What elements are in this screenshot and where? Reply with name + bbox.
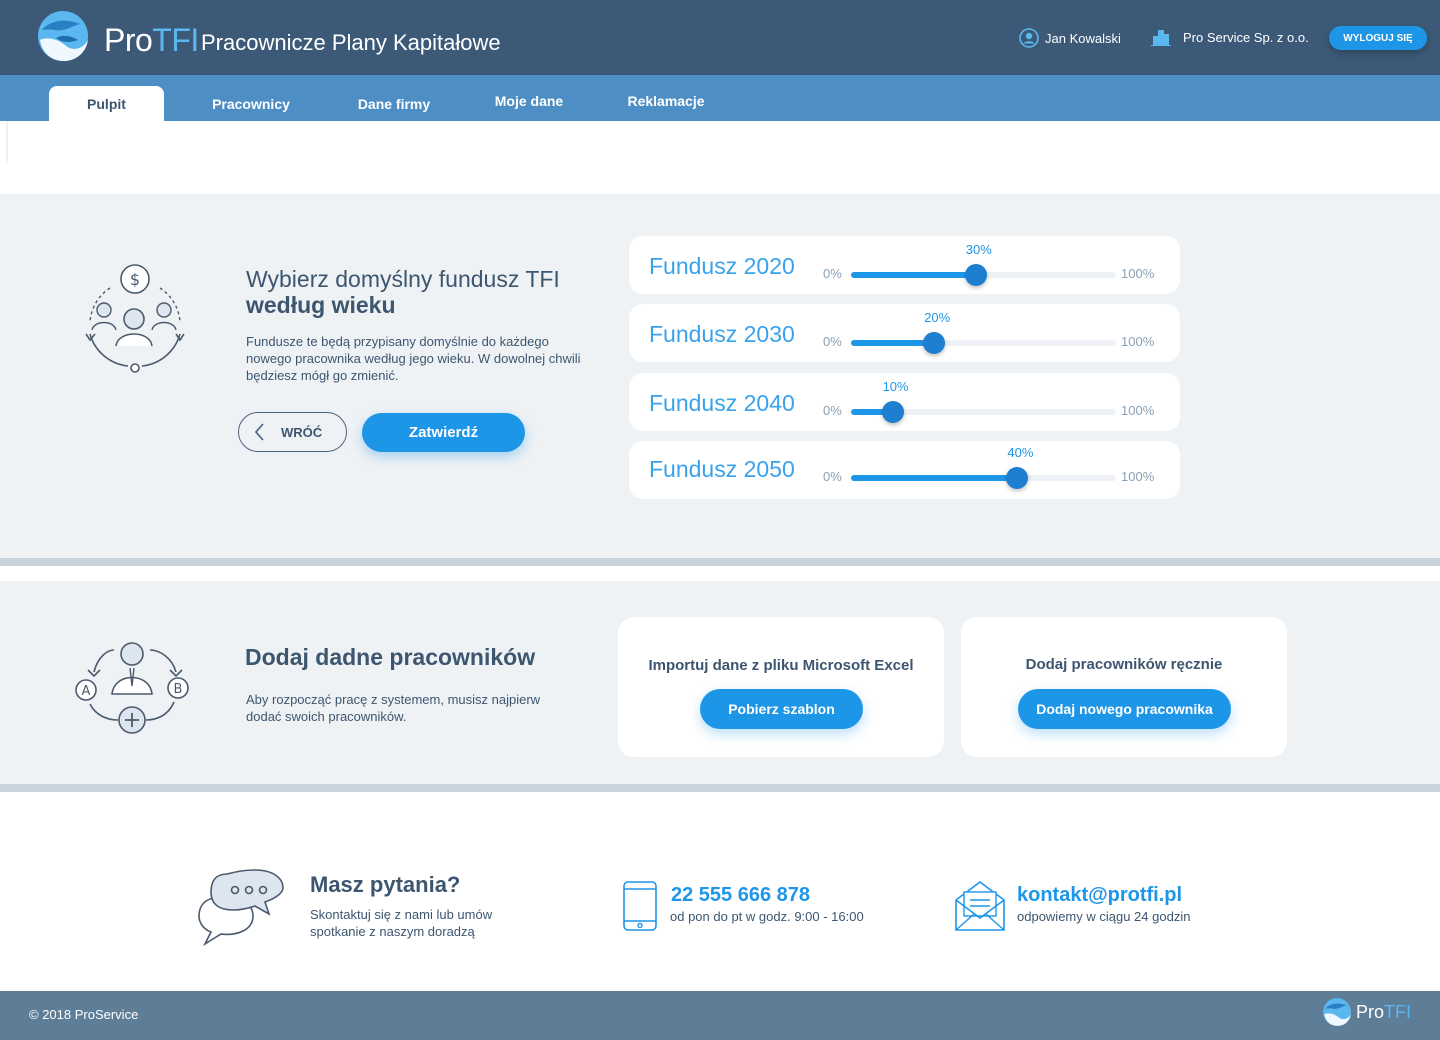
fund-slider-fill <box>851 272 976 278</box>
fund-max-label: 100% <box>1121 469 1155 484</box>
section-divider <box>0 784 1440 792</box>
mail-icon <box>955 881 1005 931</box>
user-info[interactable]: Jan Kowalski <box>1019 28 1121 48</box>
fund-value-label: 40% <box>1007 445 1034 460</box>
tab-moje-dane[interactable]: Moje dane <box>484 83 574 118</box>
fund-value-label: 30% <box>965 242 992 257</box>
fund-min-label: 0% <box>823 334 842 349</box>
chevron-left-icon <box>255 423 264 441</box>
fund-name: Fundusz 2020 <box>649 253 795 279</box>
funds-heading-line2: według wieku <box>246 292 396 318</box>
fund-max-label: 100% <box>1121 334 1155 349</box>
funds-description: Fundusze te będą przypisany domyślnie do… <box>246 334 581 383</box>
company-name: Pro Service Sp. z o.o. <box>1183 29 1309 45</box>
fund-min-label: 0% <box>823 266 842 281</box>
content-divider <box>6 121 8 163</box>
fund-card: Fundusz 2040 0% 10% 100% <box>629 373 1180 431</box>
fund-slider-thumb[interactable] <box>964 264 987 286</box>
employee-flow-icon: A B <box>75 642 189 734</box>
brand-name: ProTFI <box>104 22 199 58</box>
download-template-button[interactable]: Pobierz szablon <box>700 689 863 729</box>
main-nav: Pulpit Pracownicy Dane firmy Moje dane R… <box>0 75 1440 121</box>
app-header: ProTFI Pracownicze Plany Kapitałowe Jan … <box>0 0 1440 75</box>
fund-value-label: 10% <box>882 379 909 394</box>
fund-value-label: 20% <box>924 310 951 325</box>
confirm-button[interactable]: Zatwierdź <box>362 413 525 452</box>
fund-name: Fundusz 2050 <box>649 456 795 482</box>
fund-slider-track[interactable]: 30% <box>851 242 1116 286</box>
people-money-icon: $ <box>85 264 185 373</box>
fund-slider-thumb[interactable] <box>881 401 904 423</box>
email-note: odpowiemy w ciągu 24 godzin <box>1017 909 1191 924</box>
tab-pracownicy[interactable]: Pracownicy <box>196 86 306 121</box>
manual-add-card-title: Dodaj pracowników ręcznie <box>1025 656 1223 673</box>
back-button[interactable]: WRÓĆ <box>238 412 347 452</box>
protfi-logo-icon[interactable] <box>36 10 90 62</box>
employees-heading: Dodaj dadne pracowników <box>245 644 536 670</box>
phone-number[interactable]: 22 555 666 878 <box>671 884 810 907</box>
fund-max-label: 100% <box>1121 266 1155 281</box>
logout-button[interactable]: WYLOGUJ SIĘ <box>1329 26 1427 50</box>
copyright: © 2018 ProService <box>29 1007 139 1022</box>
fund-slider-thumb[interactable] <box>1006 467 1029 489</box>
tab-dane-firmy[interactable]: Dane firmy <box>344 86 444 121</box>
fund-slider-track[interactable]: 40% <box>851 445 1116 489</box>
chat-bubbles-icon <box>198 869 284 947</box>
svg-text:$: $ <box>130 270 140 289</box>
funds-heading: Wybierz domyślny fundusz TFI według wiek… <box>246 266 560 318</box>
fund-max-label: 100% <box>1121 403 1155 418</box>
manual-add-card: Dodaj pracowników ręcznie Dodaj nowego p… <box>961 617 1287 757</box>
fund-slider-thumb[interactable] <box>923 332 946 354</box>
fund-min-label: 0% <box>823 469 842 484</box>
fund-slider-track[interactable]: 20% <box>851 310 1116 354</box>
fund-name: Fundusz 2030 <box>649 321 795 347</box>
funds-heading-line1: Wybierz domyślny fundusz TFI <box>246 266 560 292</box>
svg-text:A: A <box>82 684 91 699</box>
footer-logo[interactable]: ProTFI <box>1322 997 1411 1027</box>
user-name: Jan Kowalski <box>1045 30 1121 46</box>
fund-slider-fill <box>851 475 1018 481</box>
footer-brand: ProTFI <box>1356 1001 1412 1022</box>
fund-card: Fundusz 2030 0% 20% 100% <box>629 304 1180 362</box>
fund-card: Fundusz 2050 0% 40% 100% <box>629 441 1180 499</box>
fund-slider-fill <box>851 340 935 346</box>
fund-name: Fundusz 2040 <box>649 390 795 416</box>
company-info[interactable]: Pro Service Sp. z o.o. <box>1151 28 1309 46</box>
phone-hours: od pon do pt w godz. 9:00 - 16:00 <box>670 909 864 924</box>
app-footer: © 2018 ProService ProTFI <box>0 991 1440 1040</box>
add-employee-button[interactable]: Dodaj nowego pracownika <box>1018 689 1231 729</box>
employees-description: Aby rozpocząć pracę z systemem, musisz n… <box>246 692 541 724</box>
building-icon <box>1151 30 1171 46</box>
svg-text:B: B <box>174 682 183 697</box>
protfi-logo-icon <box>1323 998 1351 1026</box>
import-card: Importuj dane z pliku Microsoft Excel Po… <box>618 617 944 757</box>
tab-pulpit[interactable]: Pulpit <box>49 86 164 121</box>
fund-card: Fundusz 2020 0% 30% 100% <box>629 236 1180 294</box>
fund-min-label: 0% <box>823 403 842 418</box>
section-divider <box>0 558 1440 566</box>
app-title: Pracownicze Plany Kapitałowe <box>201 30 501 55</box>
questions-title: Masz pytania? <box>310 872 461 897</box>
fund-slider-track[interactable]: 10% <box>851 379 1116 423</box>
questions-description: Skontaktuj się z nami lub umów spotkanie… <box>310 907 493 939</box>
tab-reklamacje[interactable]: Reklamacje <box>618 83 714 118</box>
user-icon <box>1019 28 1039 48</box>
phone-icon <box>623 881 657 931</box>
import-card-title: Importuj dane z pliku Microsoft Excel <box>648 657 914 674</box>
back-button-label: WRÓĆ <box>281 424 323 440</box>
contact-email[interactable]: kontakt@protfi.pl <box>1017 884 1182 907</box>
